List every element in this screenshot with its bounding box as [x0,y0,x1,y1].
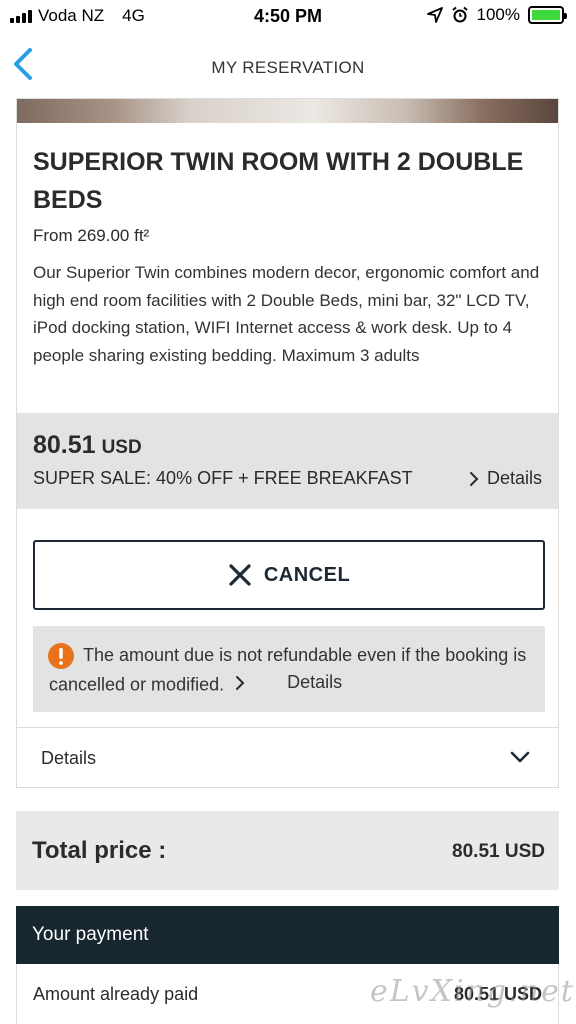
payment-title: Your payment [32,924,149,945]
room-photo [17,99,558,123]
warning-text-block: The amount due is not refundable even if… [49,642,529,699]
payment-header: Your payment [16,906,559,964]
room-card: SUPERIOR TWIN ROOM WITH 2 DOUBLE BEDS Fr… [16,98,559,788]
refund-warning: The amount due is not refundable even if… [33,626,545,712]
status-bar: Voda NZ 4G 4:50 PM 100% [0,0,576,34]
rate-offer: SUPER SALE: 40% OFF + FREE BREAKFAST [33,468,413,488]
chevron-down-icon [510,751,530,763]
cancel-button[interactable]: CANCEL [33,540,545,610]
chevron-right-icon [469,471,479,486]
total-value: 80.51 USD [452,841,545,862]
cancel-label: CANCEL [263,563,351,586]
room-description: Our Superior Twin combines modern decor,… [33,263,540,365]
total-label: Total price : [32,837,167,864]
warning-details-label: Details [287,672,343,692]
details-label: Details [41,748,97,768]
rate-details-link[interactable]: Details [469,468,542,489]
rate-price-value: 80.51 [33,431,96,459]
status-right: 100% [426,5,567,25]
page-title: MY RESERVATION [211,58,365,77]
total-price-box: Total price : 80.51 USD [16,811,559,890]
battery-fill [532,10,560,20]
battery-icon [528,6,567,24]
rate-details-label: Details [486,468,542,488]
nav-bar: MY RESERVATION [0,34,576,98]
alarm-icon [451,6,468,23]
warning-details-link[interactable]: Details [235,669,342,696]
room-title: SUPERIOR TWIN ROOM WITH 2 DOUBLE BEDS [33,148,524,214]
details-accordion[interactable]: Details [17,727,558,788]
paid-label: Amount already paid [33,984,199,1004]
battery-percent: 100% [476,5,520,24]
rate-currency: USD [101,437,142,458]
rate-price: 80.51 USD [33,431,142,460]
room-size: From 269.00 ft² [33,226,150,245]
chevron-right-icon [236,675,245,690]
paid-value: 80.51 USD [453,984,542,1004]
close-icon [229,564,251,586]
payment-row: Amount already paid 80.51 USD [16,964,559,1024]
rate-box: 80.51 USD SUPER SALE: 40% OFF + FREE BREA… [17,413,558,509]
location-icon [426,7,443,23]
